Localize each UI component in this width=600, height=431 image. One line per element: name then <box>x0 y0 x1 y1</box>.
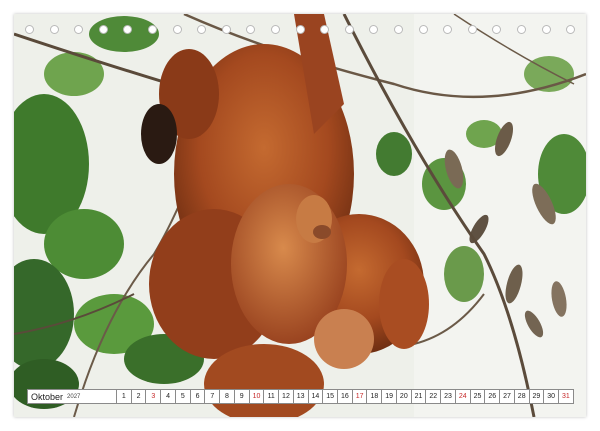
month-year: 2027 <box>67 393 81 400</box>
day-cell: 1 <box>117 389 132 404</box>
month-label: Oktober 2027 <box>27 389 117 404</box>
day-cell: 31 <box>559 389 574 404</box>
orangutan-photo <box>14 14 586 417</box>
day-cell: 22 <box>426 389 442 404</box>
day-cell: 30 <box>544 389 560 404</box>
day-cell: 2 <box>131 389 147 404</box>
day-cell: 26 <box>485 389 501 404</box>
day-cell: 20 <box>396 389 412 404</box>
day-cell: 12 <box>279 389 294 404</box>
day-cell: 19 <box>382 389 397 404</box>
day-cell: 16 <box>338 389 353 404</box>
day-cell: 27 <box>500 389 515 404</box>
day-cell: 10 <box>249 389 265 404</box>
day-cell: 5 <box>175 389 191 404</box>
day-cell: 18 <box>367 389 383 404</box>
calendar-page: Oktober 2027 1 2 3 4 5 6 7 8 9 10 11 12 13 14 15 16 17 18… <box>14 14 586 417</box>
month-name: Oktober <box>31 391 64 402</box>
day-cell: 9 <box>234 389 250 404</box>
day-cell: 14 <box>308 389 324 404</box>
calendar-strip: Oktober 2027 1 2 3 4 5 6 7 8 9 10 11 12 13 14 15 16 17 18… <box>27 389 574 404</box>
day-cell: 15 <box>323 389 339 404</box>
day-list: 1 2 3 4 5 6 7 8 9 10 11 12 13 14 15 16 17 18 19 20 21 22 23 24 2… <box>117 389 574 404</box>
day-cell: 24 <box>455 389 471 404</box>
day-cell: 21 <box>411 389 427 404</box>
day-cell: 17 <box>352 389 368 404</box>
day-cell: 13 <box>293 389 309 404</box>
day-cell: 4 <box>161 389 176 404</box>
day-cell: 6 <box>190 389 206 404</box>
day-cell: 11 <box>264 389 280 404</box>
day-cell: 7 <box>205 389 221 404</box>
day-cell: 23 <box>441 389 456 404</box>
day-cell: 28 <box>514 389 530 404</box>
day-cell: 25 <box>470 389 486 404</box>
day-cell: 29 <box>529 389 545 404</box>
day-cell: 3 <box>146 389 162 404</box>
day-cell: 8 <box>220 389 235 404</box>
